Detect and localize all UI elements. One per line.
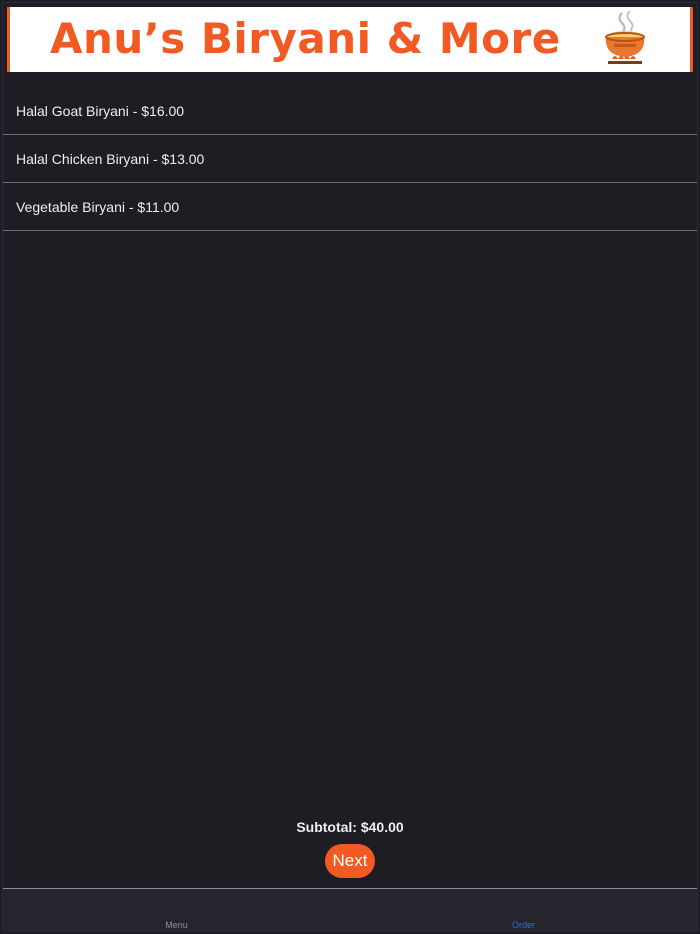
app-screen: Anu’s Biryani & More Halal Goat Biryani … [2,2,698,932]
menu-list: Halal Goat Biryani - $16.00 Halal Chicke… [3,87,697,231]
restaurant-banner: Anu’s Biryani & More [7,7,693,72]
next-button[interactable]: Next [325,844,375,878]
tab-menu[interactable]: Menu [3,889,350,932]
menu-item-vegetable-biryani[interactable]: Vegetable Biryani - $11.00 [3,183,697,231]
bottom-tab-bar: Menu Order [3,888,697,932]
menu-item-goat-biryani[interactable]: Halal Goat Biryani - $16.00 [3,87,697,135]
menu-item-chicken-biryani[interactable]: Halal Chicken Biryani - $13.00 [3,135,697,183]
tab-menu-label: Menu [165,920,188,930]
biryani-pot-icon [605,10,645,64]
subtotal-text: Subtotal: $40.00 [296,819,404,835]
banner-title: Anu’s Biryani & More [50,14,561,63]
tab-order-label: Order [511,920,535,930]
tab-order[interactable]: Order [350,889,697,932]
